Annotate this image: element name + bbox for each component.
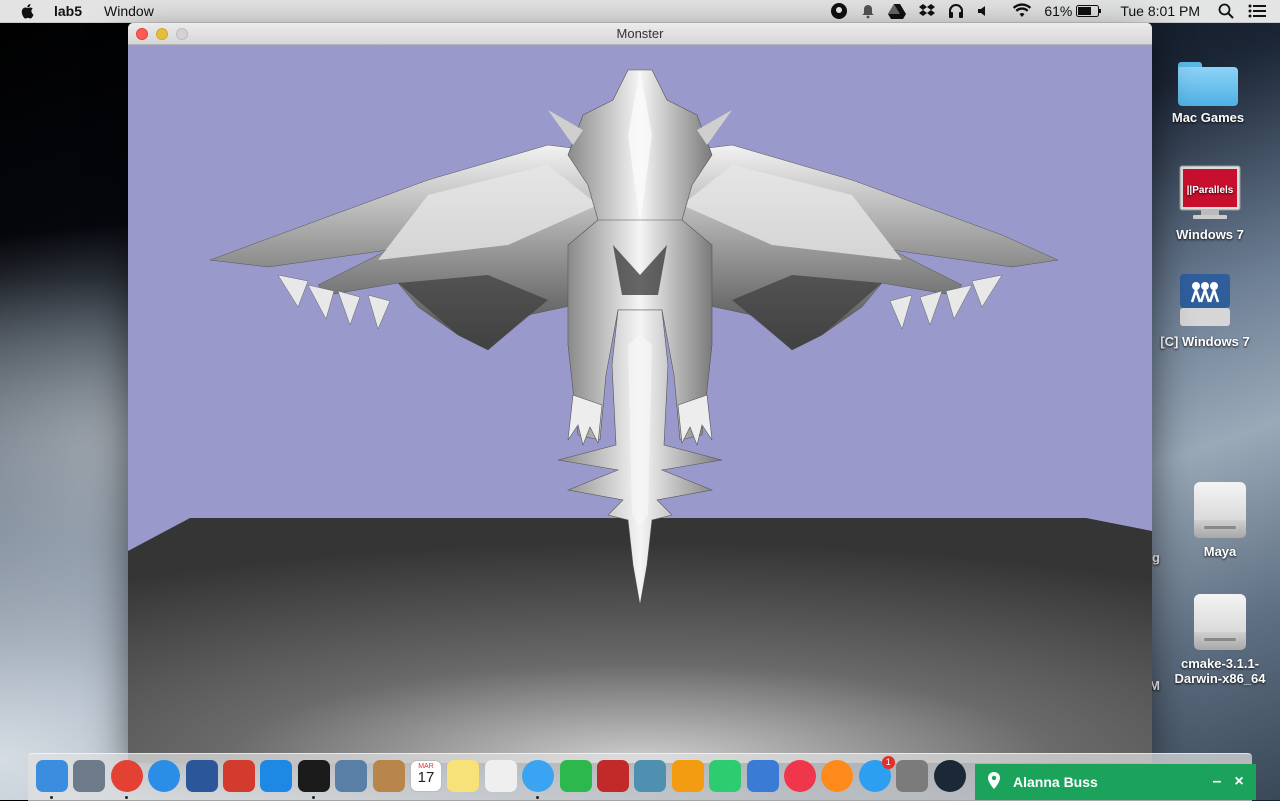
dock-notes-icon[interactable] — [447, 760, 480, 792]
drive-icon — [1194, 482, 1246, 540]
dock-system-preferences-icon[interactable] — [896, 760, 929, 792]
parallels-badge: ||Parallels — [1187, 185, 1234, 196]
notification-name: Alanna Buss — [1013, 774, 1098, 790]
desktop-icon-windows-7[interactable]: ||Parallels Windows 7 — [1155, 165, 1265, 242]
parallels-vm-icon: ||Parallels — [1179, 165, 1241, 219]
dock-pages-icon[interactable] — [671, 760, 704, 792]
headphones-icon[interactable] — [948, 3, 964, 19]
desktop-icon-label: [C] Windows 7 — [1160, 334, 1250, 349]
bell-icon[interactable] — [860, 3, 876, 19]
desktop-icon-cmake[interactable]: cmake-3.1.1-Darwin-x86_64 — [1165, 594, 1275, 686]
app-store-badge: 1 — [881, 756, 895, 769]
wifi-icon[interactable] — [1012, 3, 1032, 19]
dock-chrome-icon[interactable] — [110, 760, 143, 792]
zoom-button[interactable] — [176, 28, 188, 40]
opengl-viewport[interactable] — [128, 45, 1152, 763]
close-button[interactable] — [136, 28, 148, 40]
dock-word-icon[interactable] — [185, 760, 218, 792]
dock-facetime-icon[interactable] — [559, 760, 592, 792]
dock-contacts-icon[interactable] — [372, 760, 405, 792]
dock-calendar-icon[interactable]: MAR 17 — [410, 760, 442, 792]
dock-preview-icon[interactable] — [335, 760, 368, 792]
dock-running-indicator — [124, 796, 128, 799]
notification-center-icon[interactable] — [1248, 4, 1266, 18]
desktop-icon-label: cmake-3.1.1-Darwin-x86_64 — [1174, 656, 1266, 686]
window-titlebar[interactable]: Monster — [128, 23, 1152, 45]
dropbox-icon[interactable] — [918, 3, 936, 19]
apple-menu-icon[interactable] — [20, 3, 36, 19]
dock-app-store-icon[interactable]: 1 — [858, 756, 895, 792]
dock-reminders-icon[interactable] — [484, 760, 517, 792]
monster-window: Monster — [128, 23, 1152, 763]
calendar-day: 17 — [417, 769, 435, 786]
location-pin-icon — [987, 771, 1001, 793]
dock-ibooks-icon[interactable] — [821, 760, 854, 792]
dock-steam-icon[interactable] — [933, 760, 966, 792]
dock-running-indicator — [50, 796, 53, 799]
minimize-button[interactable] — [156, 28, 168, 40]
desktop-icon-maya[interactable]: Maya — [1165, 482, 1275, 559]
chat-notification[interactable]: Alanna Buss – × — [975, 764, 1256, 800]
desktop-icon-label: Mac Games — [1171, 110, 1245, 125]
dock-messages-icon[interactable] — [522, 760, 555, 792]
dock-photo-booth-icon[interactable] — [597, 760, 629, 792]
menu-bar: lab5 Window 61% Tue 8:01 PM — [0, 0, 1280, 23]
clock[interactable]: Tue 8:01 PM — [1120, 3, 1200, 19]
menu-window[interactable]: Window — [104, 3, 154, 19]
app-menu-lab5[interactable]: lab5 — [54, 3, 82, 19]
volume-icon[interactable] — [976, 3, 992, 19]
dock-numbers-icon[interactable] — [709, 760, 742, 792]
spotlight-search-icon[interactable] — [1218, 3, 1234, 19]
desktop-icon-mac-games[interactable]: Mac Games — [1153, 62, 1263, 125]
dock-running-indicator — [311, 796, 315, 799]
evernote-icon[interactable] — [830, 2, 848, 20]
window-title: Monster — [616, 26, 664, 41]
google-drive-icon[interactable] — [888, 3, 907, 19]
dock-itunes-icon[interactable] — [784, 760, 816, 792]
desktop-icon-c-windows-7[interactable]: [C] Windows 7 — [1150, 272, 1260, 349]
dock-terminal-icon[interactable] — [297, 760, 330, 792]
dock-running-indicator — [536, 796, 540, 799]
dock-keynote-icon[interactable] — [746, 760, 779, 792]
desktop-icon-label: Maya — [1203, 544, 1237, 559]
dock-finder-icon[interactable] — [36, 760, 68, 792]
status-bar: 61% Tue 8:01 PM — [818, 0, 1280, 22]
notification-close-button[interactable]: × — [1228, 773, 1250, 791]
dock-iphoto-icon[interactable] — [634, 760, 667, 792]
network-share-icon — [1174, 272, 1236, 326]
dock-safari-icon[interactable] — [148, 760, 181, 792]
battery-icon[interactable] — [1076, 5, 1102, 17]
desktop-icon-label: Windows 7 — [1176, 227, 1244, 242]
drive-icon — [1194, 594, 1246, 652]
dock-launchpad-icon[interactable] — [73, 760, 106, 792]
dock-xcode-icon[interactable] — [260, 760, 293, 792]
notification-minimize-button[interactable]: – — [1206, 773, 1228, 791]
folder-icon — [1178, 62, 1238, 106]
battery-percent[interactable]: 61% — [1044, 3, 1072, 19]
dock-autodesk-icon[interactable] — [223, 760, 255, 792]
